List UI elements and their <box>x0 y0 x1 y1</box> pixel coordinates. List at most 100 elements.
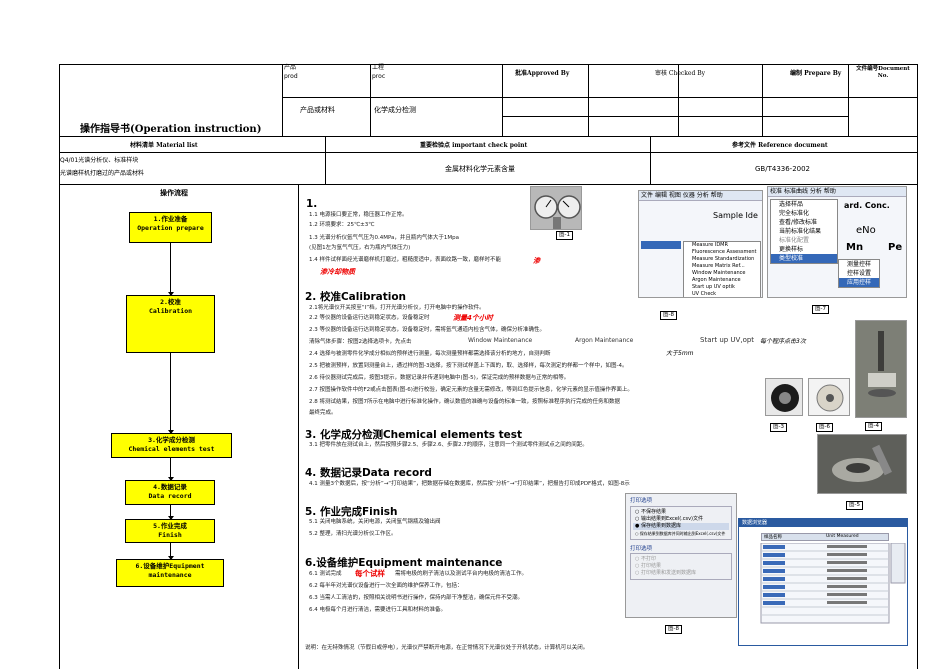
fig8-option[interactable]: ● 保存结果到数据库 <box>633 523 729 530</box>
figure-4-label: 图-4 <box>865 422 882 431</box>
s2-line-8: 2.7 按图操作软件中的F2或点击图表(图-6)进行校验，确定元素的含量无需修改… <box>309 387 633 393</box>
flow-box-en: Chemical elements test <box>128 445 215 453</box>
sample-icon <box>771 384 799 412</box>
fig7-menu-item: 帮助 <box>823 188 836 195</box>
header-divider <box>848 64 849 136</box>
header-rule <box>502 116 848 117</box>
figure-8-print-dialog: 打印选项 ○ 不保存结果 ○ 输出结果到Excel(.csv)文件 ● 保存结果… <box>625 493 737 618</box>
figure-4-stage-photo <box>855 320 907 418</box>
fig2-menu-item: 视图 <box>668 192 681 199</box>
s5-line-1: 5.1 关闭电脑系统，关闭电源，关闭氩气钢瓶及输出阀 <box>309 519 441 525</box>
header-rule <box>59 136 918 137</box>
section-6-title: 6.设备维护Equipment maintenance <box>305 557 503 569</box>
figure-8-data-table: 数据浏览器 样品名称 Unit Measured <box>738 518 908 646</box>
fig8-options-group: ○ 不保存结果 ○ 输出结果到Excel(.csv)文件 ● 保存结果到数据库 … <box>630 506 732 540</box>
header-divider <box>762 64 763 136</box>
proc-cn-label: 工程 <box>372 64 385 71</box>
s2-red-note: 测量4个小时 <box>453 314 493 322</box>
header-rule <box>59 152 918 153</box>
flow-box-finish: 5.作业完成 Finish <box>125 519 215 543</box>
s2-click-three: 每个程序点击3次 <box>760 338 806 345</box>
fig2-dropdown-item: Measure Standardization <box>692 256 755 262</box>
section-1-title: 1. <box>306 198 318 210</box>
section-4-title: 4. 数据记录Data record <box>305 467 432 479</box>
product-value: 产品或材料 <box>300 106 335 114</box>
fig7-dropdown-menu: 选择样品 完全标准化 查看/修改标准 当前标准化结果 标准化配置 更换样标 类型… <box>770 199 838 264</box>
fig2-dropdown-item: Window Maintenance <box>692 270 746 276</box>
material-line-1: Q4/01光谱分析仪、标准样块 <box>60 157 139 164</box>
fig7-menu-item: 分析 <box>809 188 822 195</box>
flow-arrow <box>168 505 174 520</box>
fig2-dropdown-item: UV Check <box>692 291 717 297</box>
fig8-print-option[interactable]: ○ 不打印 <box>633 556 729 563</box>
fig8-option-label: 保存结果到数据库 <box>640 523 681 529</box>
s4-line-1: 4.1 测量3个数据后，按“分析”→“打印结果”，把数据存储在数据库，然后按“分… <box>309 481 630 487</box>
fig8-table-header-cell: 样品名称 <box>764 535 782 540</box>
fig8-print-option[interactable]: ○ 打印结果 <box>633 563 729 570</box>
fig7-right-text: Mn <box>846 242 864 253</box>
s1-red-note: 渗冷却物质 <box>320 268 355 276</box>
s2-line-7: 2.6 待仪器测试完成后，按图3提示，数据记录并传递到电脑中(图-5)，保证完成… <box>309 375 570 381</box>
fig2-menubar: 文件 编辑 视图 仪器 分析 帮助 <box>639 191 762 201</box>
figure-5-testing-photo <box>817 434 907 494</box>
fig8-dialog-title: 打印选项 <box>630 498 653 504</box>
s6-line-4: 6.4 电极每个月进行清洁，需要进行工具和材料的准备。 <box>309 607 446 613</box>
fig8-option[interactable]: ○ 不保存结果 <box>633 509 729 516</box>
header-divider <box>370 64 371 136</box>
figure-8-label: 图-8 <box>665 625 682 634</box>
header-divider <box>650 136 651 184</box>
flow-box-cn: 3.化学成分检测 <box>148 436 195 444</box>
checked-by-label: 审核 Checked By <box>655 70 706 77</box>
fig8-option-label: 打印结果和发送到数据库 <box>640 570 696 576</box>
proc-en-label: proc <box>372 73 386 80</box>
table-rows-icon <box>760 543 906 624</box>
section-3-title: 3. 化学成分检测Chemical elements test <box>305 429 523 441</box>
fig7-menubar: 校准 标准曲线 分析 帮助 <box>768 187 906 197</box>
s6-line-2: 6.2 每半年对光谱仪设备进行一次全面的维护保养工作，包括： <box>309 583 463 589</box>
flow-box-prepare: 1.作业准备 Operation prepare <box>129 212 212 243</box>
flow-box-data-record: 4.数据记录 Data record <box>125 480 215 505</box>
fig7-submenu-item: 测量控样 <box>847 261 872 268</box>
fig7-submenu-item: 控样设置 <box>847 270 872 277</box>
fig2-dropdown-item: Measure IDMR <box>692 242 728 248</box>
s1-line-3: 1.3 光谱分析仪氩气气压为0.4MPa，并且瓶内气体大于1Mpa <box>309 235 460 241</box>
s2-startup-uv: Start up UV,opt <box>700 336 755 344</box>
s2-line-3: 2.3 等仪器的设备运行达到稳定状态，设备稳定时，需将氩气通道内检含气体，确保分… <box>309 327 545 333</box>
s6-line-1: 6.1 测试完成 <box>309 571 342 577</box>
flow-title: 操作流程 <box>160 189 188 197</box>
section-2-title: 2. 校准Calibration <box>305 291 407 303</box>
s1-line-5: 1.4 样件试样面经光谱磨样机打磨过，粗糙度适中，表面纹路一致，磨样时不能 <box>309 257 501 263</box>
prod-en-label: prod <box>284 73 298 80</box>
s1-line-1: 1.1 电源接口要正常，稳压器工作正常。 <box>309 212 408 218</box>
fig2-dropdown-item: Measure Matrix Ref... <box>692 263 745 269</box>
flow-box-chemical-test: 3.化学成分检测 Chemical elements test <box>111 433 232 458</box>
check-point-value: 金属材料化学元素含量 <box>445 165 515 173</box>
flow-box-en: Finish <box>158 531 182 539</box>
fig8-option[interactable]: ○ 输出结果到Excel(.csv)文件 <box>633 516 729 523</box>
s6-line-1-tail: 需将电极的刷子清洁以及测试平台内电极的清洁工作。 <box>395 571 528 577</box>
fig7-menu-item: 标准曲线 <box>783 188 808 195</box>
fig2-menu-item: 分析 <box>696 192 709 199</box>
fig2-dropdown-menu: Measure IDMR Fluorescence Assessment Mea… <box>683 241 761 297</box>
fig7-dropdown-item: 更换样标 <box>779 246 804 253</box>
fig2-selected-item <box>641 241 681 249</box>
flow-divider <box>298 184 299 669</box>
fig8-print-option[interactable]: ○ 打印结果和发送到数据库 <box>633 570 729 577</box>
header-rule <box>282 97 918 98</box>
fig8-option[interactable]: ○ 保存结果到数据库并同时输出到Excel(.csv)文件 <box>633 530 729 537</box>
s6-red-note: 每个试样 <box>355 569 385 578</box>
header-rule <box>59 184 918 185</box>
sample-icon <box>816 384 844 412</box>
fig2-dropdown-item: Start up UV optik <box>692 284 735 290</box>
stage-icon <box>856 321 906 417</box>
fig7-right-text: Pe <box>888 242 903 253</box>
fig2-menu-item: 编辑 <box>654 192 667 199</box>
fig2-dropdown-item: Fluorescence Assessment <box>692 249 757 255</box>
reference-doc-label: 参考文件 Reference document <box>732 142 828 149</box>
gauge-icon <box>534 195 581 229</box>
material-line-2: 光谱磨样机打磨过的产品或材料 <box>60 170 145 177</box>
header-divider <box>282 64 283 136</box>
fig7-dropdown-item: 标准化配置 <box>779 237 810 244</box>
fig7-dropdown-item: 查看/修改标准 <box>779 219 818 226</box>
fig8-table-header: 样品名称 Unit Measured <box>761 533 889 541</box>
